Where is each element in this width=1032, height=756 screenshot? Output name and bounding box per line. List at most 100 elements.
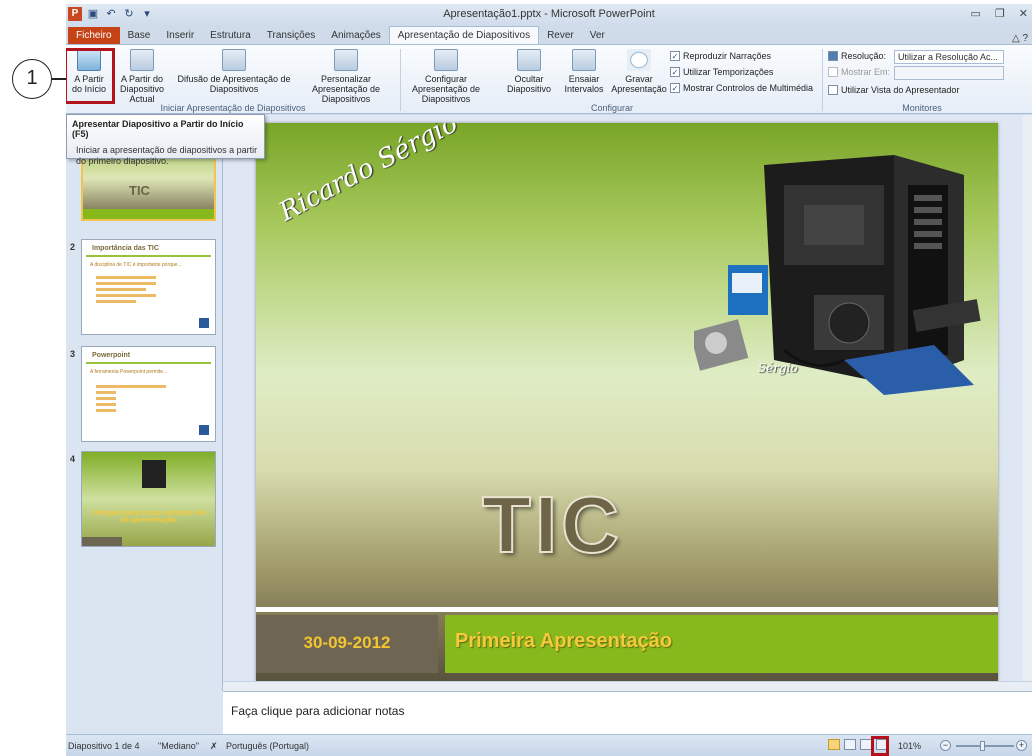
thumb-logo-icon xyxy=(199,425,209,435)
notes-placeholder: Faça clique para adicionar notas xyxy=(231,704,405,718)
group-label-start: Iniciar Apresentação de Diapositivos xyxy=(160,103,306,113)
date-box: 30-09-2012 xyxy=(256,615,438,673)
thumb-rule xyxy=(86,255,211,257)
check-icon: ✓ xyxy=(670,83,680,93)
help-icon[interactable]: △ ? xyxy=(1012,33,1032,44)
tab-view[interactable]: Ver xyxy=(582,27,613,44)
hide-slide-button[interactable]: Ocultar Diapositivo xyxy=(506,49,552,94)
record-show-button[interactable]: Gravar Apresentação xyxy=(610,49,668,94)
window-controls: ▭ ❐ ✕ xyxy=(971,7,1029,20)
tooltip-body: Iniciar a apresentação de diapositivos a… xyxy=(76,145,258,166)
tab-insert[interactable]: Inserir xyxy=(158,27,202,44)
media-controls-checkbox[interactable]: ✓ Mostrar Controlos de Multimédia xyxy=(670,83,813,93)
hide-slide-icon xyxy=(517,49,541,71)
computer-hardware-image xyxy=(694,155,981,395)
tab-design[interactable]: Estrutura xyxy=(202,27,259,44)
hide-slide-label: Ocultar Diapositivo xyxy=(506,74,552,94)
thumb-bullet-line xyxy=(96,276,156,279)
thumb-rule xyxy=(86,362,211,364)
media-controls-label: Mostrar Controlos de Multimédia xyxy=(683,83,814,93)
thumb-title: TIC xyxy=(129,183,150,198)
thumb-bullet: A disciplina de TIC é importante porque.… xyxy=(90,262,182,268)
rehearse-timings-button[interactable]: Ensaiar Intervalos xyxy=(562,49,606,94)
notes-left-area xyxy=(66,691,223,734)
normal-view-button[interactable] xyxy=(828,739,840,750)
minimize-icon[interactable]: ▭ xyxy=(971,7,981,20)
presenter-view-checkbox[interactable]: Utilizar Vista do Apresentador xyxy=(828,85,959,95)
language[interactable]: Português (Portugal) xyxy=(226,741,309,751)
slide-date: 30-09-2012 xyxy=(303,633,391,652)
thumb-number: 4 xyxy=(70,454,76,464)
horizontal-scrollbar[interactable] xyxy=(223,681,1032,691)
current-slide[interactable]: Ricardo Sérgio Sérgio TIC 30-09-2012 Pri… xyxy=(256,123,998,681)
zoom-out-icon[interactable]: − xyxy=(940,740,951,751)
thumb-bullet-line xyxy=(96,300,136,303)
slide-editor: Ricardo Sérgio Sérgio TIC 30-09-2012 Pri… xyxy=(223,115,1032,691)
slide-thumbnail-4[interactable]: Obrigado pela vossa atenção! Fim da apre… xyxy=(81,451,216,547)
spellcheck-icon[interactable]: ✗ xyxy=(210,741,218,752)
tab-slideshow[interactable]: Apresentação de Diapositivos xyxy=(388,26,540,44)
from-beginning-button[interactable]: A Partir do Início xyxy=(66,48,115,104)
window-title: Apresentação1.pptx - Microsoft PowerPoin… xyxy=(443,8,655,20)
callout-number: 1 xyxy=(12,59,52,99)
slide-title-text: TIC xyxy=(481,479,623,570)
slide-counter: Diapositivo 1 de 4 xyxy=(68,741,140,751)
use-timings-checkbox[interactable]: ✓ Utilizar Temporizações xyxy=(670,67,773,77)
show-on-label-row: Mostrar Em: xyxy=(828,67,890,77)
slide-thumbnail-3[interactable]: Powerpoint A ferramenta Powerpoint permi… xyxy=(81,346,216,442)
tab-home[interactable]: Base xyxy=(120,27,159,44)
show-on-label: Mostrar Em: xyxy=(841,67,891,77)
callout-line xyxy=(52,78,66,80)
use-timings-label: Utilizar Temporizações xyxy=(683,67,774,77)
broadcast-button[interactable]: Difusão de Apresentação de Diapositivos xyxy=(174,49,294,94)
resolution-label: Resolução: xyxy=(841,51,887,61)
group-separator xyxy=(400,49,401,111)
zoom-level[interactable]: 101% xyxy=(898,741,921,751)
thumb-bullet-line xyxy=(96,294,156,297)
custom-show-button[interactable]: Personalizar Apresentação de Diapositivo… xyxy=(294,49,398,104)
show-on-select[interactable] xyxy=(894,66,1004,80)
setup-show-button[interactable]: Configurar Apresentação de Diapositivos xyxy=(404,49,488,104)
thumb-bullet-line xyxy=(96,391,116,394)
thumb-number: 2 xyxy=(70,242,76,252)
zoom-slider-thumb[interactable] xyxy=(980,741,985,751)
zoom-in-icon[interactable]: + xyxy=(1016,740,1027,751)
custom-show-label: Personalizar Apresentação de Diapositivo… xyxy=(311,74,381,104)
setup-label: Configurar Apresentação de Diapositivos xyxy=(411,74,481,104)
resolution-select[interactable]: Utilizar a Resolução Ac... xyxy=(894,50,1004,64)
setup-icon xyxy=(434,49,458,71)
restore-icon[interactable]: ❐ xyxy=(995,7,1005,20)
vertical-scrollbar[interactable] xyxy=(1022,115,1032,681)
resolution-label-row: Resolução: xyxy=(828,51,886,61)
tooltip: Apresentar Diapositivo a Partir do Iníci… xyxy=(66,114,265,166)
slide-sorter-view-button[interactable] xyxy=(844,739,856,750)
thumb-title: Obrigado pela vossa atenção! Fim da apre… xyxy=(92,510,207,524)
thumb-logo-icon xyxy=(199,318,209,328)
highlight-box xyxy=(871,736,889,756)
tab-transitions[interactable]: Transições xyxy=(259,27,324,44)
tab-animations[interactable]: Animações xyxy=(323,27,388,44)
left-margin: 1 xyxy=(0,0,66,756)
group-separator xyxy=(822,49,823,111)
monitor-disabled-icon xyxy=(828,67,838,77)
from-current-button[interactable]: A Partir do Diapositivo Actual xyxy=(114,49,170,104)
zoom-slider[interactable] xyxy=(956,745,1014,747)
play-narrations-checkbox[interactable]: ✓ Reproduzir Narrações xyxy=(670,51,771,61)
thumb-computer-image xyxy=(142,460,166,488)
thumb-bullet: A ferramenta Powerpoint permite... xyxy=(90,369,168,375)
tab-file[interactable]: Ficheiro xyxy=(68,27,120,44)
tab-review[interactable]: Rever xyxy=(539,27,582,44)
slideshow-current-icon xyxy=(130,49,154,71)
slide-thumbnail-2[interactable]: Importância das TIC A disciplina de TIC … xyxy=(81,239,216,335)
ribbon-tabs: Ficheiro Base Inserir Estrutura Transiçõ… xyxy=(66,26,1032,44)
custom-show-icon xyxy=(334,49,358,71)
thumb-bullet-line xyxy=(96,385,166,388)
checkbox-empty xyxy=(828,85,838,95)
notes-pane[interactable]: Faça clique para adicionar notas xyxy=(223,691,1032,734)
rehearse-icon xyxy=(572,49,596,71)
highlight-box xyxy=(66,48,115,104)
thumb-bullet-line xyxy=(96,397,116,400)
close-icon[interactable]: ✕ xyxy=(1019,7,1028,20)
thumb-number: 3 xyxy=(70,349,76,359)
thumb-title: Powerpoint xyxy=(92,352,131,359)
